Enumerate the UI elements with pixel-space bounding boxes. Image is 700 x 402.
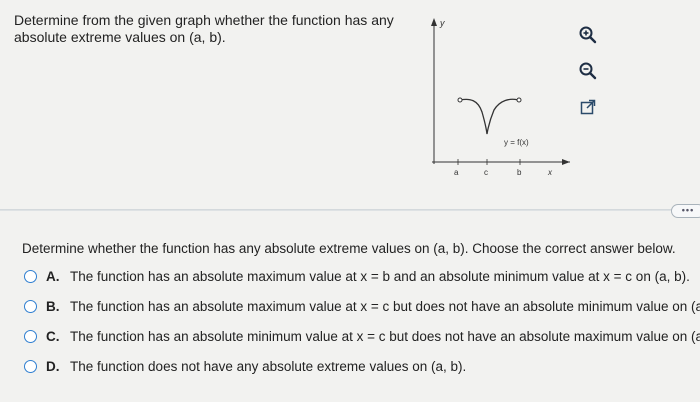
zoom-in-icon <box>579 26 597 44</box>
open-external-button[interactable] <box>575 94 601 120</box>
open-endpoint-a <box>457 97 463 103</box>
option-d[interactable]: D. The function does not have any absolu… <box>24 356 700 376</box>
section-divider <box>0 209 700 211</box>
tick-b-label: b <box>517 168 522 177</box>
option-text: The function has an absolute maximum val… <box>70 298 700 314</box>
option-letter: B. <box>46 298 60 314</box>
y-axis-label: y <box>439 18 445 28</box>
function-graph: y a c b x y = f(x) <box>431 18 570 177</box>
zoom-out-button[interactable] <box>575 58 601 84</box>
option-text: The function has an absolute maximum val… <box>70 268 690 284</box>
option-a[interactable]: A. The function has an absolute maximum … <box>24 266 700 286</box>
option-text: The function does not have any absolute … <box>70 358 467 374</box>
tick-a-label: a <box>454 168 459 177</box>
option-b[interactable]: B. The function has an absolute maximum … <box>24 296 700 316</box>
x-axis-label: x <box>547 168 553 177</box>
curve-label: y = f(x) <box>504 138 529 147</box>
tick-c-label: c <box>484 168 488 177</box>
radio-button[interactable] <box>24 299 37 313</box>
option-text: The function has an absolute minimum val… <box>70 328 700 344</box>
function-curve <box>459 98 519 135</box>
zoom-in-button[interactable] <box>575 22 601 48</box>
external-link-icon <box>580 99 596 115</box>
zoom-out-icon <box>579 62 597 80</box>
answer-options: A. The function has an absolute maximum … <box>24 266 700 386</box>
option-letter: D. <box>46 358 60 374</box>
graph-tools <box>575 22 605 130</box>
radio-button[interactable] <box>24 269 37 283</box>
y-axis-arrow <box>431 18 437 26</box>
option-c[interactable]: C. The function has an absolute minimum … <box>24 326 700 346</box>
problem-prompt: Determine from the given graph whether t… <box>14 12 394 46</box>
prompt-line-1: Determine from the given graph whether t… <box>14 12 394 28</box>
option-letter: C. <box>46 328 60 344</box>
open-endpoint-b <box>516 97 522 103</box>
radio-button[interactable] <box>24 359 37 373</box>
more-options-button[interactable]: ••• <box>671 204 700 218</box>
question-text: Determine whether the function has any a… <box>22 241 676 256</box>
prompt-line-2: absolute extreme values on (a, b). <box>14 29 226 45</box>
x-axis-arrow <box>562 159 570 165</box>
option-letter: A. <box>46 268 60 284</box>
radio-button[interactable] <box>24 329 37 343</box>
